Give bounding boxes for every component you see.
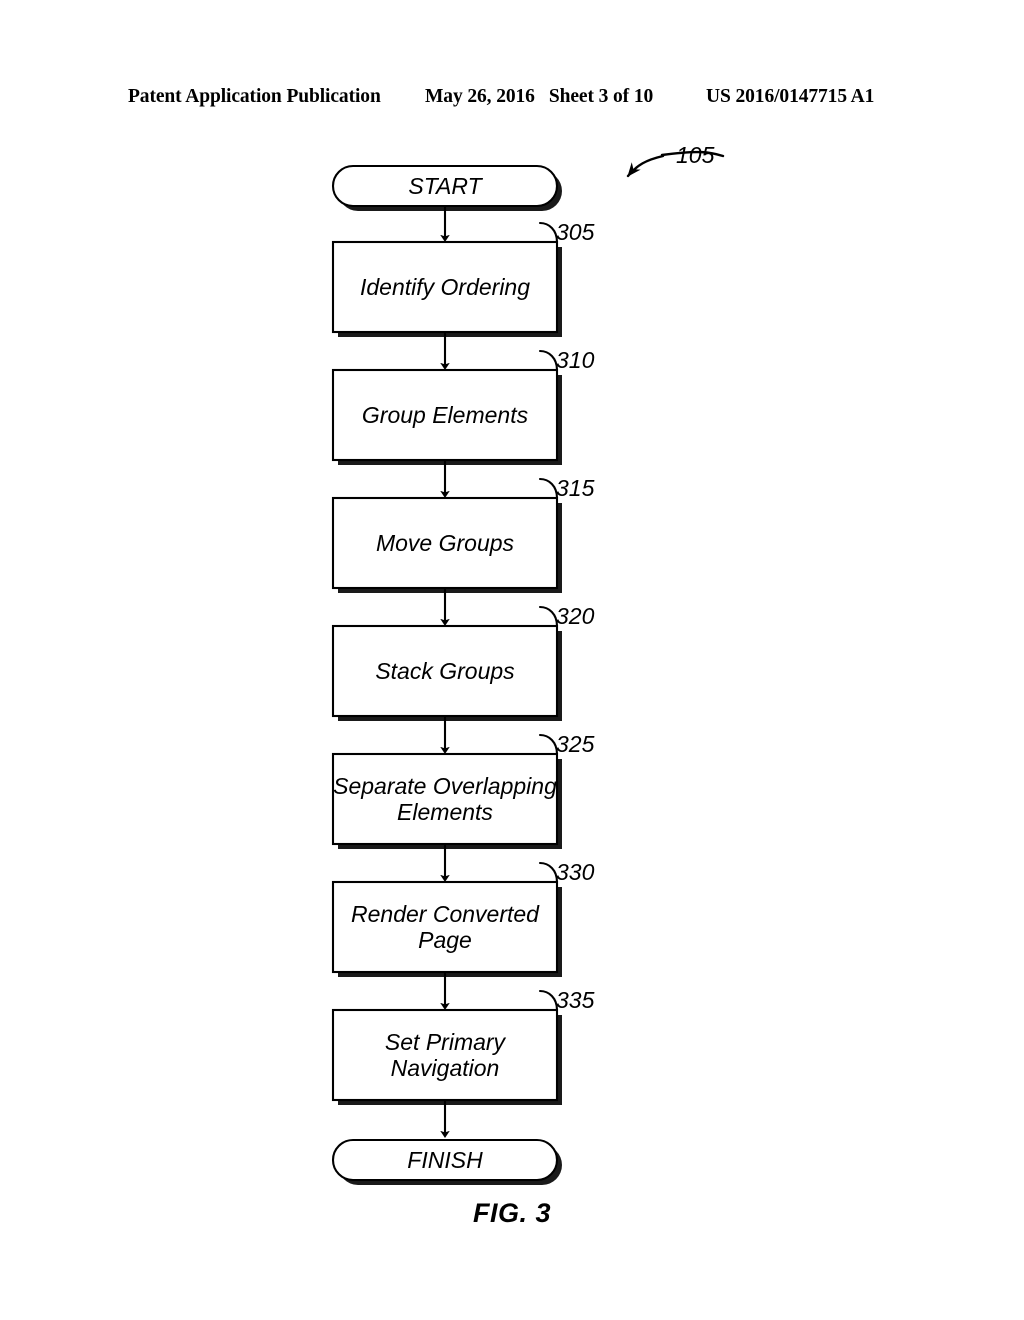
- flowchart-figure: START Identify Ordering Group Elements M…: [0, 0, 1024, 1320]
- reference-numeral-335: 335: [556, 987, 595, 1013]
- process-box-305-shape: [331, 240, 559, 334]
- reference-numeral-310: 310: [556, 347, 595, 373]
- terminal-start-shape: [331, 164, 559, 208]
- figure-reference-arrow: [626, 154, 665, 178]
- process-box-320-shape: [331, 624, 559, 718]
- flowchart-canvas: [331, 150, 725, 1185]
- process-box-335-shape: [331, 1008, 559, 1102]
- process-box-325-shape: [331, 752, 559, 846]
- reference-numeral-325: 325: [556, 731, 595, 757]
- reference-numeral-320: 320: [556, 603, 595, 629]
- reference-numeral-330: 330: [556, 859, 595, 885]
- process-box-315-shape: [331, 496, 559, 590]
- reference-numeral-105: 105: [676, 142, 715, 168]
- node-outlines: [331, 164, 559, 1182]
- process-box-330-shape: [331, 880, 559, 974]
- terminal-finish-shape: [331, 1138, 559, 1182]
- process-box-310-shape: [331, 368, 559, 462]
- reference-numeral-315: 315: [556, 475, 595, 501]
- reference-numeral-305: 305: [556, 219, 595, 245]
- figure-caption: FIG. 3: [472, 1198, 551, 1228]
